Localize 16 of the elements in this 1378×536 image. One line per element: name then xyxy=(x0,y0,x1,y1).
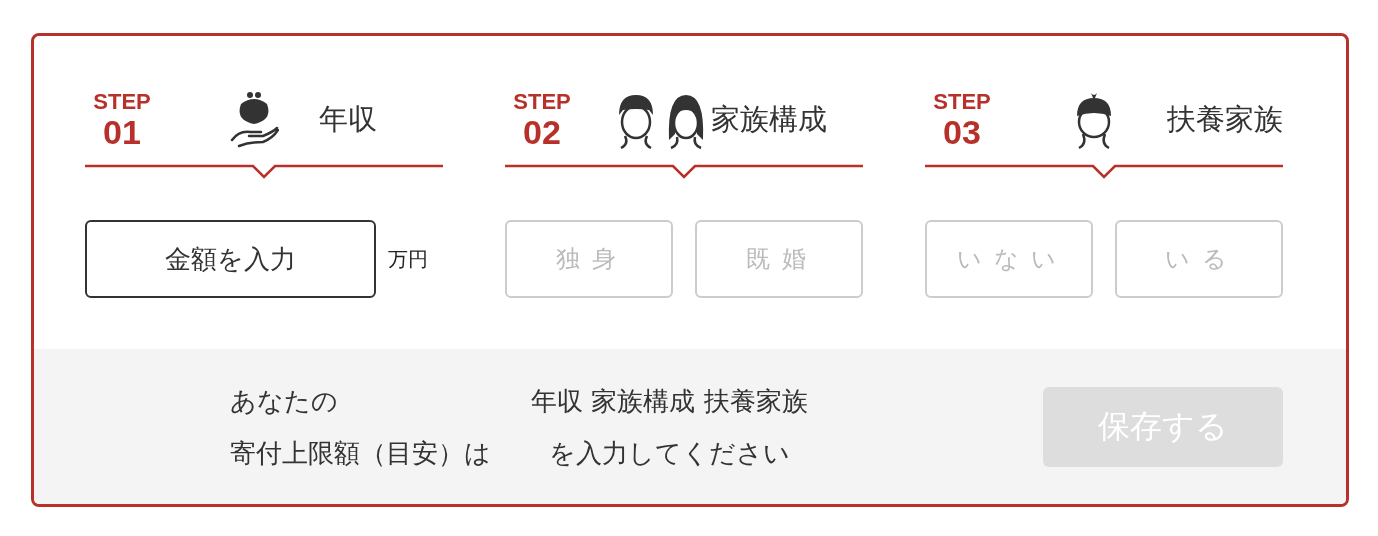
step-number: 01 xyxy=(103,115,141,149)
step-label: STEP xyxy=(93,91,151,113)
purse-on-hand-icon xyxy=(229,90,279,150)
step-label: STEP xyxy=(513,91,571,113)
amount-input-button[interactable]: 金額を入力 xyxy=(85,220,376,298)
step-label: STEP xyxy=(933,91,991,113)
step-title: 家族構成 xyxy=(711,101,827,138)
step-number: 03 xyxy=(943,115,981,149)
result-label: 寄付上限額（目安）は xyxy=(230,436,491,470)
result-message: 年収 家族構成 扶養家族 xyxy=(531,384,808,418)
result-message: を入力してください xyxy=(548,436,790,470)
unit-label: 万円 xyxy=(388,245,428,273)
step-number: 02 xyxy=(523,115,561,149)
step-title: 扶養家族 xyxy=(1167,101,1283,138)
step-title: 年収 xyxy=(319,101,377,138)
result-label: あなたの xyxy=(230,384,339,418)
